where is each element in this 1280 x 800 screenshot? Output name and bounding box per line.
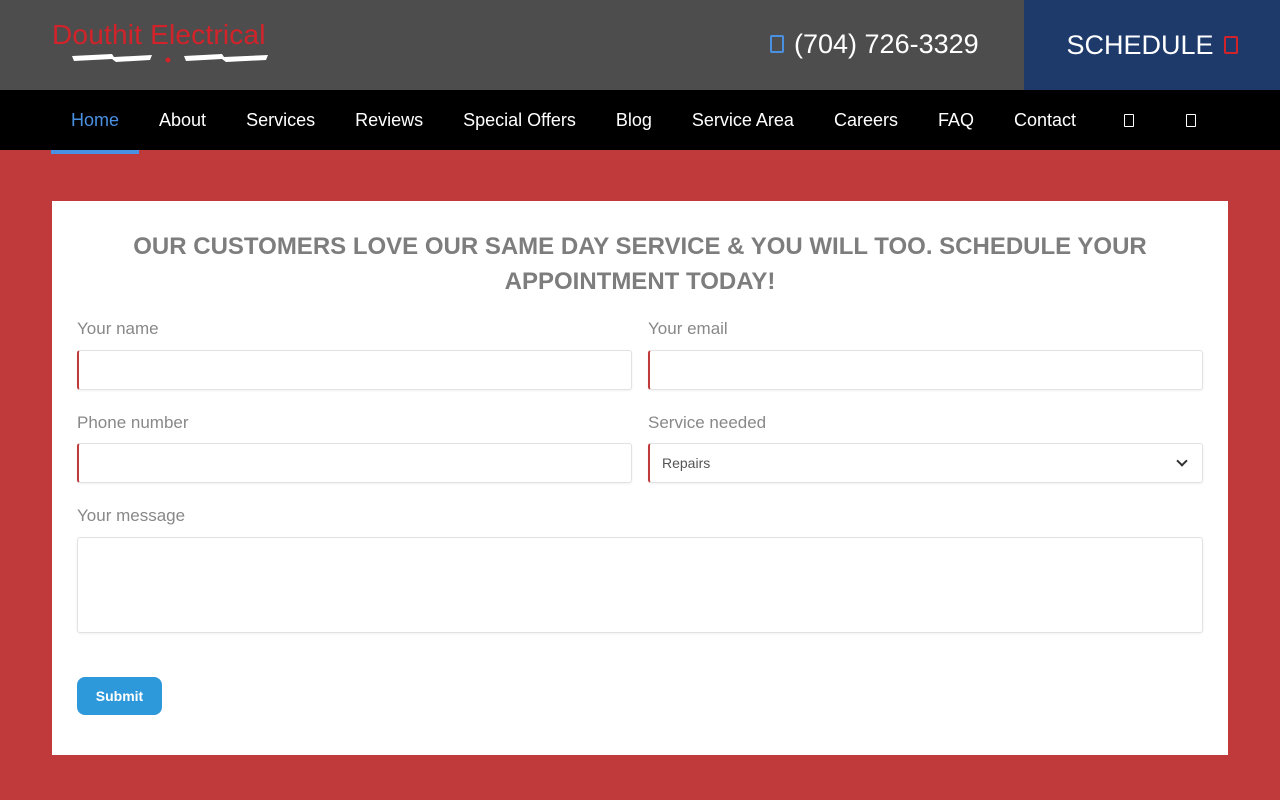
phone-number: (704) 726-3329 <box>794 28 979 59</box>
lightning-bolt-icon <box>72 54 268 63</box>
email-label: Your email <box>648 319 728 338</box>
nav-item-blog[interactable]: Blog <box>596 90 672 150</box>
name-field[interactable] <box>77 350 632 390</box>
form-title: OUR CUSTOMERS LOVE OUR SAME DAY SERVICE … <box>133 233 1147 295</box>
nav-item-google[interactable] <box>1158 90 1220 150</box>
appointment-form-card: OUR CUSTOMERS LOVE OUR SAME DAY SERVICE … <box>52 201 1228 755</box>
message-label: Your message <box>77 506 186 525</box>
nav-item-special-offers[interactable]: Special Offers <box>443 90 596 150</box>
name-label: Your name <box>77 319 159 338</box>
nav-item-reviews[interactable]: Reviews <box>335 90 443 150</box>
nav-item-careers[interactable]: Careers <box>814 90 918 150</box>
nav-item-faq[interactable]: FAQ <box>918 90 994 150</box>
nav-item-services[interactable]: Services <box>226 90 335 150</box>
chevron-down-icon <box>1176 455 1188 467</box>
service-selected-value: Repairs <box>662 455 711 471</box>
nav-item-about[interactable]: About <box>139 90 226 150</box>
nav-item-service-area[interactable]: Service Area <box>672 90 814 150</box>
logo-text: Douthit Electrical <box>52 19 266 50</box>
site-header: Douthit Electrical (704) 726-3329 SCHEDU… <box>0 0 1280 90</box>
service-select[interactable]: Repairs <box>648 443 1203 483</box>
logo[interactable]: Douthit Electrical <box>52 18 292 68</box>
message-field[interactable] <box>77 537 1203 633</box>
phone-icon <box>770 35 784 53</box>
nav-item-home[interactable]: Home <box>51 90 140 154</box>
schedule-button[interactable]: SCHEDULE <box>1024 0 1280 90</box>
main-nav: Home About Services Reviews Special Offe… <box>0 90 1280 154</box>
schedule-label: SCHEDULE <box>1066 29 1214 60</box>
email-field[interactable] <box>648 350 1203 390</box>
service-label: Service needed <box>648 413 767 432</box>
phone-link[interactable]: (704) 726-3329 <box>770 26 979 62</box>
calendar-icon <box>1223 36 1238 54</box>
nav-list: Home About Services Reviews Special Offe… <box>51 90 1220 154</box>
phone-field[interactable] <box>77 443 632 483</box>
facebook-icon <box>1124 113 1135 127</box>
phone-label: Phone number <box>77 413 189 432</box>
nav-item-contact[interactable]: Contact <box>994 90 1096 150</box>
submit-button[interactable]: Submit <box>77 677 162 715</box>
nav-item-facebook[interactable] <box>1096 90 1158 150</box>
google-icon <box>1186 113 1197 127</box>
